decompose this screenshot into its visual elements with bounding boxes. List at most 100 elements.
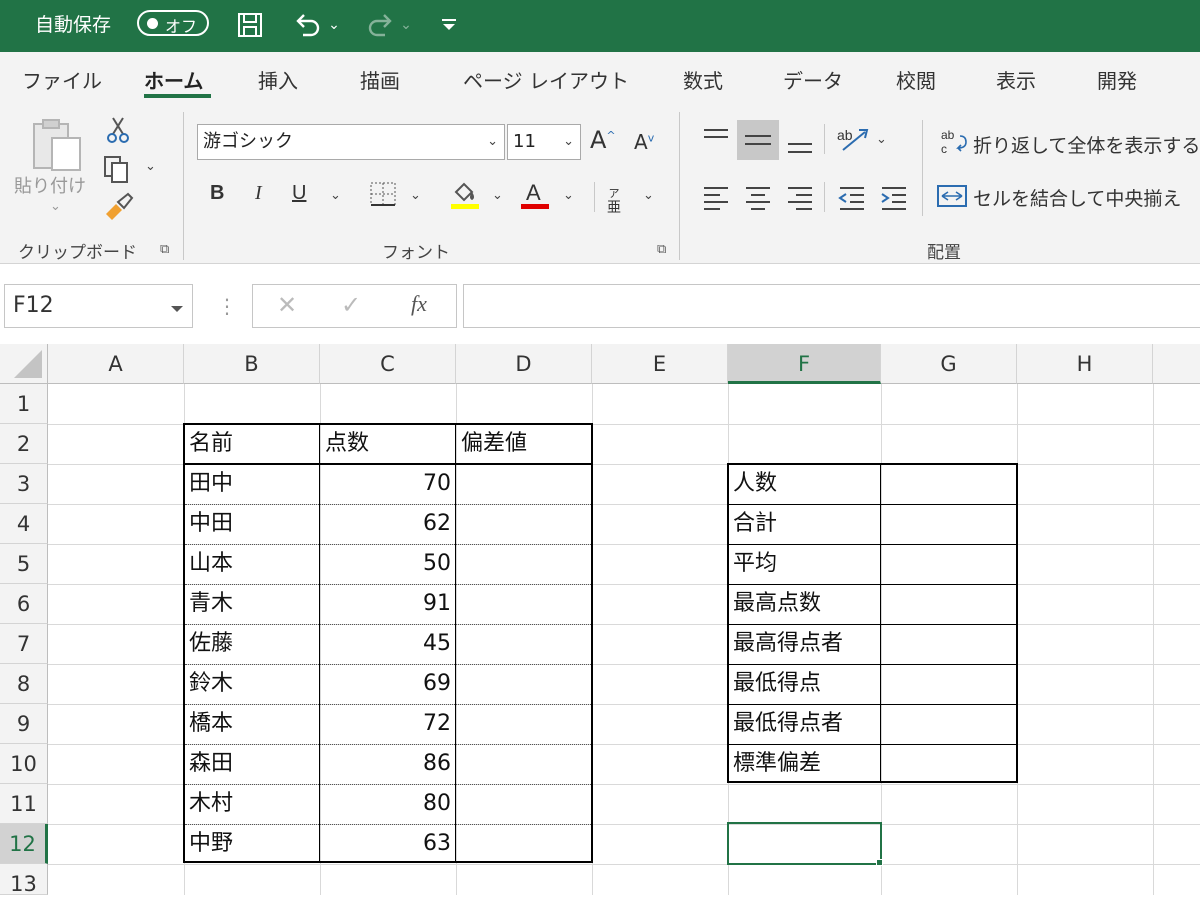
stat-label[interactable]: 合計 xyxy=(733,504,777,544)
increase-indent-icon[interactable] xyxy=(878,180,910,212)
cell-score[interactable]: 62 xyxy=(320,504,451,544)
row-header-5[interactable]: 5 xyxy=(0,544,48,584)
orientation-chevron-icon[interactable]: ⌄ xyxy=(876,132,887,147)
stat-label[interactable]: 最高得点者 xyxy=(733,624,843,664)
decrease-indent-icon[interactable] xyxy=(836,180,868,212)
tab-draw[interactable]: 描画 xyxy=(360,65,400,94)
cell-score[interactable]: 69 xyxy=(320,664,451,704)
tab-page-layout[interactable]: ページ レイアウト xyxy=(463,65,629,94)
align-top-icon[interactable] xyxy=(700,122,732,150)
column-header-partial[interactable] xyxy=(1153,344,1200,384)
cell-name[interactable]: 森田 xyxy=(189,744,233,784)
column-header-e[interactable]: E xyxy=(592,344,728,384)
cell-name[interactable]: 橋本 xyxy=(189,704,233,744)
paste-icon[interactable] xyxy=(28,116,86,174)
copy-icon[interactable] xyxy=(102,154,132,184)
format-painter-icon[interactable] xyxy=(102,192,134,220)
font-color-chevron-icon[interactable]: ⌄ xyxy=(563,188,574,203)
header-name[interactable]: 名前 xyxy=(189,424,233,464)
name-box-dropdown-icon[interactable] xyxy=(170,295,184,320)
column-header-f[interactable]: F xyxy=(728,344,881,384)
tab-developer[interactable]: 開発 xyxy=(1097,65,1137,94)
cell-name[interactable]: 青木 xyxy=(189,584,233,624)
stat-label[interactable]: 人数 xyxy=(733,464,777,504)
cut-icon[interactable] xyxy=(105,116,131,144)
phonetic-chevron-icon[interactable]: ⌄ xyxy=(643,188,654,203)
column-header-c[interactable]: C xyxy=(320,344,456,384)
align-left-icon[interactable] xyxy=(700,180,732,212)
row-header-11[interactable]: 11 xyxy=(0,784,48,824)
borders-chevron-icon[interactable]: ⌄ xyxy=(410,188,421,203)
column-header-h[interactable]: H xyxy=(1017,344,1153,384)
tab-file[interactable]: ファイル xyxy=(22,65,102,94)
tab-insert[interactable]: 挿入 xyxy=(258,65,298,94)
column-header-g[interactable]: G xyxy=(881,344,1017,384)
underline-chevron-icon[interactable]: ⌄ xyxy=(330,188,341,203)
row-header-2[interactable]: 2 xyxy=(0,424,48,464)
fill-handle[interactable] xyxy=(876,859,883,866)
cell-score[interactable]: 63 xyxy=(320,824,451,864)
font-name-box[interactable]: 游ゴシック ⌄ xyxy=(197,124,505,160)
row-header-6[interactable]: 6 xyxy=(0,584,48,624)
tab-review[interactable]: 校閲 xyxy=(896,65,936,94)
align-center-icon[interactable] xyxy=(742,180,774,212)
column-header-b[interactable]: B xyxy=(184,344,320,384)
clipboard-launcher-icon[interactable]: ⧉ xyxy=(160,242,169,257)
font-color-icon[interactable]: A xyxy=(518,178,552,210)
align-middle-icon[interactable] xyxy=(737,120,779,160)
undo-icon[interactable] xyxy=(290,10,326,40)
cell-name[interactable]: 中野 xyxy=(189,824,233,864)
header-deviation[interactable]: 偏差値 xyxy=(461,424,527,464)
font-size-box[interactable]: 11 ⌄ xyxy=(507,124,581,160)
bold-button[interactable]: B xyxy=(210,182,224,205)
decrease-font-size-icon[interactable]: Av xyxy=(634,130,654,154)
increase-font-size-icon[interactable]: A^ xyxy=(590,126,616,154)
tab-data[interactable]: データ xyxy=(783,65,843,94)
row-header-8[interactable]: 8 xyxy=(0,664,48,704)
row-header-3[interactable]: 3 xyxy=(0,464,48,504)
select-all-button[interactable] xyxy=(0,344,48,384)
cell-name[interactable]: 田中 xyxy=(189,464,233,504)
copy-dropdown-chevron-icon[interactable]: ⌄ xyxy=(145,159,156,174)
wrap-text-button[interactable]: 折り返して全体を表示する xyxy=(973,131,1200,158)
enter-icon[interactable]: ✓ xyxy=(341,291,361,319)
selected-cell-f12[interactable] xyxy=(727,822,882,865)
redo-dropdown-chevron-icon[interactable]: ⌄ xyxy=(398,10,414,40)
cell-name[interactable]: 木村 xyxy=(189,784,233,824)
insert-function-icon[interactable]: fx xyxy=(411,291,427,317)
row-header-13[interactable]: 13 xyxy=(0,864,48,896)
row-header-7[interactable]: 7 xyxy=(0,624,48,664)
italic-button[interactable]: I xyxy=(255,182,262,205)
paste-dropdown-chevron-icon[interactable]: ⌄ xyxy=(50,199,61,214)
row-header-12[interactable]: 12 xyxy=(0,824,48,864)
row-header-10[interactable]: 10 xyxy=(0,744,48,784)
tab-view[interactable]: 表示 xyxy=(996,65,1036,94)
undo-dropdown-chevron-icon[interactable]: ⌄ xyxy=(326,10,342,40)
stat-label[interactable]: 標準偏差 xyxy=(733,744,821,784)
orientation-icon[interactable]: ab xyxy=(835,122,871,154)
formula-input[interactable] xyxy=(463,284,1200,328)
cell-score[interactable]: 72 xyxy=(320,704,451,744)
autosave-toggle[interactable]: オフ xyxy=(137,10,209,36)
redo-icon[interactable] xyxy=(362,10,398,40)
align-bottom-icon[interactable] xyxy=(784,122,816,158)
merge-center-icon[interactable] xyxy=(936,182,968,210)
cell-score[interactable]: 70 xyxy=(320,464,451,504)
row-header-1[interactable]: 1 xyxy=(0,384,48,424)
align-right-icon[interactable] xyxy=(784,180,816,212)
fill-color-chevron-icon[interactable]: ⌄ xyxy=(492,188,503,203)
stat-label[interactable]: 最低得点者 xyxy=(733,704,843,744)
cancel-icon[interactable]: ✕ xyxy=(277,291,297,319)
cell-name[interactable]: 佐藤 xyxy=(189,624,233,664)
column-header-a[interactable]: A xyxy=(48,344,184,384)
cell-score[interactable]: 45 xyxy=(320,624,451,664)
paste-label[interactable]: 貼り付け xyxy=(14,172,86,198)
merge-center-button[interactable]: セルを結合して中央揃え xyxy=(973,184,1181,211)
phonetic-guide-icon[interactable]: ア亜 xyxy=(607,186,621,215)
cell-score[interactable]: 91 xyxy=(320,584,451,624)
save-icon[interactable] xyxy=(233,10,267,40)
cell-score[interactable]: 80 xyxy=(320,784,451,824)
cell-name[interactable]: 中田 xyxy=(189,504,233,544)
cell-score[interactable]: 86 xyxy=(320,744,451,784)
stat-label[interactable]: 最低得点 xyxy=(733,664,821,704)
